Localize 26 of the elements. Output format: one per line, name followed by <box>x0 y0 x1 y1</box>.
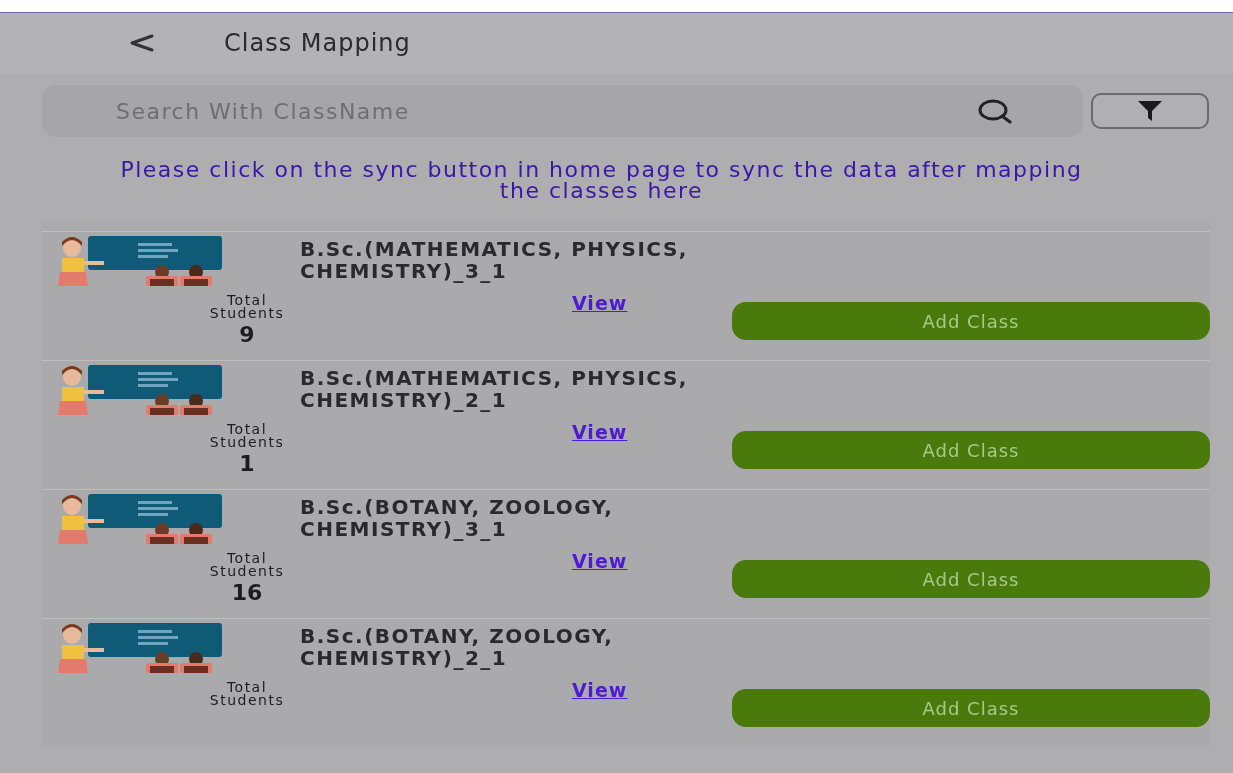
student-count: 16 <box>231 580 263 605</box>
total-students-label: Total Students <box>208 552 286 578</box>
view-link[interactable]: View <box>572 421 628 443</box>
filter-icon <box>1137 100 1163 122</box>
class-name: B.Sc.(BOTANY, ZOOLOGY, CHEMISTRY)_3_1 <box>300 494 615 543</box>
total-students-label: Total Students <box>208 423 286 449</box>
sync-notice: Please click on the sync button in home page to sync the data after mapping the classes here <box>119 159 1084 201</box>
view-link[interactable]: View <box>572 292 628 314</box>
add-class-button[interactable]: Add Class <box>732 689 1210 727</box>
class-name: B.Sc.(MATHEMATICS, PHYSICS, CHEMISTRY)_2_1 <box>300 365 689 414</box>
view-link[interactable]: View <box>572 550 628 572</box>
back-button[interactable] <box>128 33 154 53</box>
search-icon <box>977 98 1013 124</box>
filter-button[interactable] <box>1091 93 1209 129</box>
student-count: 1 <box>239 451 255 476</box>
page-title: Class Mapping <box>224 29 411 57</box>
view-link[interactable]: View <box>572 679 628 701</box>
class-name: B.Sc.(BOTANY, ZOOLOGY, CHEMISTRY)_2_1 <box>300 623 615 672</box>
total-students-label: Total Students <box>208 681 286 707</box>
student-count: 9 <box>239 322 255 347</box>
add-class-button[interactable]: Add Class <box>732 560 1210 598</box>
back-icon <box>128 33 154 53</box>
total-students-label: Total Students <box>208 294 286 320</box>
add-class-button[interactable]: Add Class <box>732 302 1210 340</box>
class-name: B.Sc.(MATHEMATICS, PHYSICS, CHEMISTRY)_3_1 <box>300 236 689 285</box>
add-class-button[interactable]: Add Class <box>732 431 1210 469</box>
